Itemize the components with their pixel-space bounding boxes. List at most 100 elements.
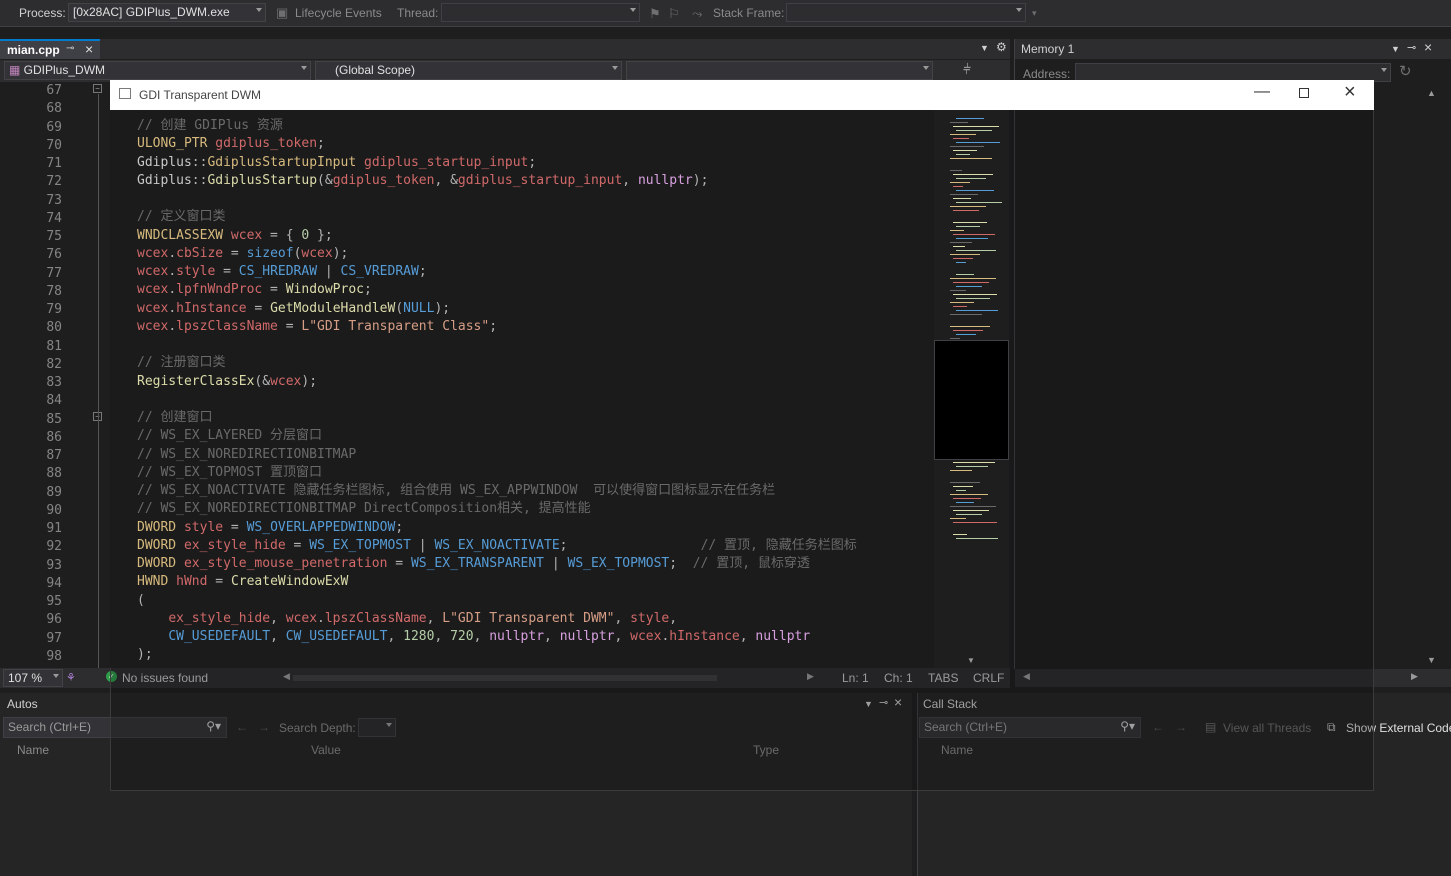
code-line: CW_USEDEFAULT, CW_USEDEFAULT, 1280, 720,… (137, 628, 857, 646)
code-token: = (223, 519, 247, 535)
zoom-combo[interactable]: 107 % (3, 669, 63, 687)
intellicode-icon[interactable]: ⚘ (66, 671, 76, 684)
minimap-line (950, 506, 996, 507)
minimap-line (950, 470, 972, 471)
thread-combo[interactable] (441, 3, 640, 22)
close-icon[interactable]: × (85, 41, 93, 57)
code-token: ; (528, 154, 537, 170)
minimap-line (950, 278, 996, 279)
stack-frame-icon[interactable]: ⤳ (692, 6, 702, 22)
code-token: 720 (450, 629, 474, 644)
code-line: Gdiplus::GdiplusStartupInput gdiplus_sta… (137, 154, 857, 172)
code-token: = (246, 300, 271, 316)
code-token: . (168, 318, 177, 334)
member-combo[interactable] (626, 61, 933, 80)
minimap-line (956, 310, 998, 311)
code-token: ( (137, 592, 145, 608)
lifecycle-icon[interactable]: ▣ (276, 5, 288, 21)
code-token: :: (191, 172, 208, 188)
code-token: DWORD (137, 556, 184, 571)
line-number: 67 (46, 83, 62, 98)
minimap-line (950, 194, 978, 195)
flag-icon[interactable]: ⚑ (649, 6, 661, 22)
line-number: 78 (46, 283, 62, 299)
close-icon[interactable]: × (1424, 39, 1432, 55)
maximize-icon[interactable] (1299, 88, 1309, 98)
pin-icon[interactable]: ⊸ (1407, 41, 1416, 54)
code-token: // WS_EX_NOREDIRECTIONBITMAP DirectCompo… (137, 501, 591, 517)
minimap-line (950, 518, 966, 519)
code-token: WS_EX_TOPMOST (309, 537, 411, 553)
minimap-line (956, 334, 976, 335)
line-number: 89 (46, 484, 62, 500)
scroll-up-icon[interactable]: ▲ (1427, 88, 1436, 98)
lifecycle-events-button[interactable]: Lifecycle Events (295, 6, 382, 20)
stack-frame-combo[interactable] (786, 3, 1026, 22)
collapse-icon[interactable]: − (93, 84, 102, 93)
minimap-line (953, 186, 963, 187)
line-number: 88 (46, 466, 62, 482)
project-combo[interactable]: ▦ GDIPlus_DWM (4, 61, 311, 80)
minimap-line (956, 226, 980, 227)
code-token: ; (489, 318, 498, 334)
code-token: ; (669, 556, 693, 571)
code-token: wcex (137, 282, 169, 298)
code-token: // WS_EX_TOPMOST 置顶窗口 (137, 464, 323, 480)
minimap-viewport[interactable] (934, 340, 1009, 460)
close-icon[interactable]: × (1344, 81, 1356, 104)
scroll-right-icon[interactable]: ▶ (1411, 671, 1418, 682)
minimap-line (950, 494, 988, 495)
line-number: 91 (46, 521, 62, 536)
panel-dropdown-icon[interactable]: ▼ (1391, 44, 1400, 54)
code-token: sizeof (246, 245, 294, 261)
scope-combo[interactable]: (Global Scope) (315, 61, 622, 80)
tab-label: mian.cpp (7, 43, 60, 57)
code-line: HWND hWnd = CreateWindowExW (137, 573, 857, 591)
line-number: 80 (46, 320, 62, 336)
line-number: 82 (46, 356, 62, 372)
code-line: // WS_EX_NOREDIRECTIONBITMAP (137, 446, 857, 464)
code-token: wcex (270, 373, 302, 389)
tab-mian-cpp[interactable]: mian.cpp ⊸ × (0, 39, 100, 59)
code-token: WindowProc (285, 282, 364, 298)
gdi-transparent-window[interactable]: GDI Transparent DWM — × // 创建 GDIPlus 资源… (110, 80, 1374, 791)
code-line: DWORD ex_style_hide = WS_EX_TOPMOST | WS… (137, 537, 857, 555)
scope-value: (Global Scope) (335, 63, 416, 77)
minimize-icon[interactable]: — (1254, 83, 1270, 101)
pin-icon[interactable]: ⊸ (66, 43, 74, 54)
minimap-line (950, 290, 966, 291)
minimap-line (953, 534, 967, 535)
scroll-down-icon[interactable]: ▼ (967, 656, 975, 665)
code-line: // WS_EX_LAYERED 分层窗口 (137, 427, 857, 445)
tab-dropdown-icon[interactable]: ▼ (980, 43, 989, 53)
refresh-icon[interactable]: ↻ (1399, 62, 1412, 80)
gear-icon[interactable]: ⚙ (996, 40, 1007, 54)
line-number: 84 (46, 393, 62, 409)
toolbar-overflow-icon[interactable]: ▾ (1032, 8, 1037, 19)
code-token: ); (434, 300, 451, 316)
window-title-bar[interactable]: GDI Transparent DWM — × (110, 80, 1374, 110)
autos-col-name[interactable]: Name (17, 743, 49, 757)
minimap-line (950, 242, 972, 243)
code-line: wcex.style = CS_HREDRAW | CS_VREDRAW; (137, 263, 857, 281)
code-token: hInstance (669, 629, 740, 644)
line-number: 71 (46, 156, 62, 171)
code-token: ); (332, 245, 349, 261)
scroll-down-icon[interactable]: ▼ (1427, 655, 1436, 665)
process-combo[interactable]: [0x28AC] GDIPlus_DWM.exe (68, 3, 266, 22)
code-line: DWORD ex_style_mouse_penetration = WS_EX… (137, 555, 857, 573)
flag-threads-icon[interactable]: ⚐ (668, 6, 680, 22)
minimap-line (956, 178, 986, 179)
code-token: ex_style_hide (168, 610, 271, 626)
code-line: // 创建 GDIPlus 资源 (137, 117, 857, 135)
code-token: // WS_EX_NOACTIVATE 隐藏任务栏图标, 组合使用 WS_EX_… (137, 483, 776, 498)
split-icon[interactable]: ⫩ (963, 61, 971, 78)
code-token: GdiplusStartup (207, 172, 318, 188)
minimap-line (956, 118, 984, 119)
code-token: CW_USEDEFAULT (285, 629, 388, 644)
code-line: // 创建窗口 (137, 409, 857, 427)
code-token: ; (364, 282, 372, 298)
code-token: RegisterClassEx (137, 373, 255, 389)
code-line: DWORD style = WS_OVERLAPPEDWINDOW; (137, 519, 857, 537)
code-line: ); (137, 646, 857, 664)
